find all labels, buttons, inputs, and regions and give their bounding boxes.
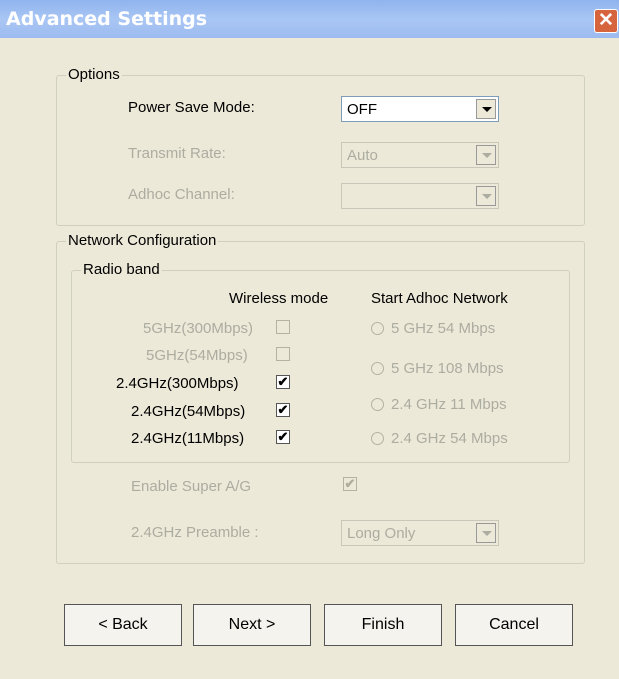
dropdown-arrow-icon[interactable] (476, 99, 496, 119)
window-title: Advanced Settings (6, 8, 208, 30)
adhoc-label: 2.4 GHz 11 Mbps (391, 396, 507, 413)
mode-label: 2.4GHz(54Mbps) (131, 403, 246, 420)
options-legend: Options (66, 66, 122, 84)
power-save-select[interactable]: OFF (341, 96, 499, 122)
transmit-rate-select: Auto (341, 142, 499, 168)
mode-label: 2.4GHz(300Mbps) (116, 375, 239, 392)
adhoc-label: 5 GHz 54 Mbps (391, 320, 496, 337)
preamble-select: Long Only (341, 520, 499, 546)
start-adhoc-header: Start Adhoc Network (371, 290, 508, 307)
dropdown-arrow-icon (476, 523, 496, 543)
adhoc-radio (371, 322, 384, 335)
power-save-label: Power Save Mode: (128, 99, 255, 116)
back-button[interactable]: < Back (64, 604, 182, 646)
mode-label: 5GHz(300Mbps) (143, 320, 254, 337)
transmit-rate-value: Auto (347, 147, 378, 164)
close-button[interactable]: ✕ (594, 9, 618, 33)
mode-checkbox[interactable]: ✔ (276, 375, 290, 389)
radio-band-legend: Radio band (81, 261, 162, 279)
mode-checkbox (276, 347, 290, 361)
mode-label: 2.4GHz(11Mbps) (131, 430, 245, 447)
dropdown-arrow-icon (476, 145, 496, 165)
next-button[interactable]: Next > (193, 604, 311, 646)
title-bar: Advanced Settings ✕ (0, 0, 619, 38)
close-icon: ✕ (598, 10, 614, 31)
preamble-label: 2.4GHz Preamble : (131, 524, 259, 541)
power-save-value: OFF (347, 101, 377, 118)
mode-checkbox (276, 320, 290, 334)
preamble-value: Long Only (347, 525, 416, 542)
adhoc-radio (371, 432, 384, 445)
adhoc-label: 2.4 GHz 54 Mbps (391, 430, 508, 447)
adhoc-channel-select (341, 183, 499, 209)
cancel-button[interactable]: Cancel (455, 604, 573, 646)
transmit-rate-label: Transmit Rate: (128, 145, 226, 162)
adhoc-radio (371, 362, 384, 375)
super-ag-checkbox: ✔ (343, 476, 357, 491)
adhoc-label: 5 GHz 108 Mbps (391, 360, 504, 377)
finish-button[interactable]: Finish (324, 604, 442, 646)
adhoc-radio (371, 398, 384, 411)
network-config-legend: Network Configuration (66, 232, 219, 250)
adhoc-channel-label: Adhoc Channel: (128, 186, 235, 203)
wireless-mode-header: Wireless mode (229, 290, 329, 307)
dropdown-arrow-icon (476, 186, 496, 206)
mode-checkbox[interactable]: ✔ (276, 403, 290, 417)
super-ag-label: Enable Super A/G (131, 478, 252, 495)
mode-label: 5GHz(54Mbps) (146, 347, 248, 364)
mode-checkbox[interactable]: ✔ (276, 430, 290, 444)
